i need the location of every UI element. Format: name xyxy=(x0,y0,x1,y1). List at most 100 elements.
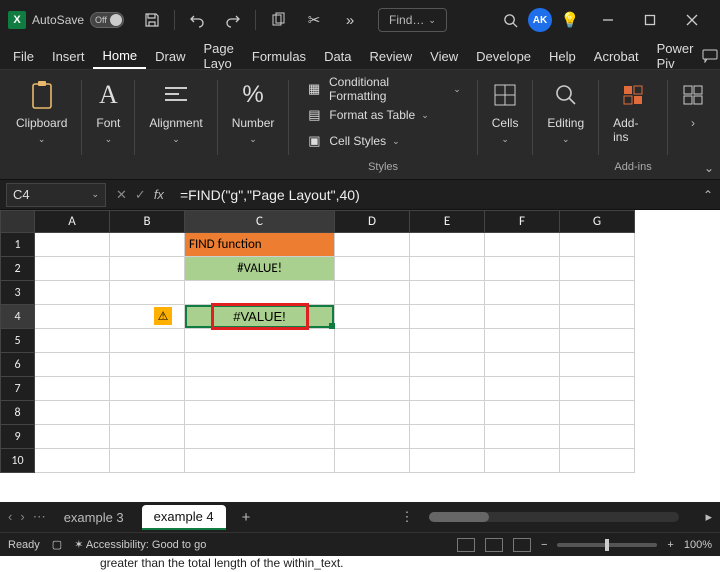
group-font: A Font⌄ xyxy=(86,74,130,179)
select-all-corner[interactable] xyxy=(1,211,35,233)
formula-input[interactable]: =FIND("g","Page Layout",40) xyxy=(174,187,696,203)
row-header-7[interactable]: 7 xyxy=(1,377,35,401)
qat-overflow-icon[interactable]: » xyxy=(334,4,366,36)
ribbon-overflow-button[interactable]: › xyxy=(680,74,706,134)
col-header-F[interactable]: F xyxy=(485,211,560,233)
row-header-3[interactable]: 3 xyxy=(1,281,35,305)
zoom-in-button[interactable]: + xyxy=(667,539,673,551)
group-editing: Editing⌄ xyxy=(537,74,594,179)
error-warning-icon[interactable] xyxy=(154,307,172,325)
row-header-4[interactable]: 4 xyxy=(1,305,35,329)
scroll-right-arrow[interactable]: ▸ xyxy=(705,509,712,525)
sheet-nav-prev[interactable]: ‹ xyxy=(8,509,12,525)
lightbulb-icon[interactable]: 💡 xyxy=(554,4,586,36)
search-box[interactable]: Find… ⌄ xyxy=(378,8,447,32)
window-maximize[interactable] xyxy=(630,0,670,40)
redo-icon[interactable] xyxy=(217,4,249,36)
col-header-A[interactable]: A xyxy=(35,211,110,233)
sheet-tab-example3[interactable]: example 3 xyxy=(52,506,136,529)
zoom-out-button[interactable]: − xyxy=(541,539,547,551)
tab-developer[interactable]: Develope xyxy=(467,43,540,69)
autosave-toggle[interactable]: AutoSave Off xyxy=(32,12,124,28)
table-icon: ▤ xyxy=(305,107,323,123)
format-as-table-button[interactable]: ▤Format as Table⌄ xyxy=(301,104,464,126)
tab-view[interactable]: View xyxy=(421,43,467,69)
font-button[interactable]: A Font⌄ xyxy=(94,74,122,149)
zoom-slider[interactable] xyxy=(557,543,657,547)
tab-data[interactable]: Data xyxy=(315,43,360,69)
user-avatar[interactable]: AK xyxy=(528,8,552,32)
undo-icon[interactable] xyxy=(181,4,213,36)
copy-icon[interactable] xyxy=(262,4,294,36)
col-header-C[interactable]: C xyxy=(185,211,335,233)
page-break-view-button[interactable] xyxy=(513,538,531,552)
tab-powerpivot[interactable]: Power Piv xyxy=(648,43,703,69)
accept-formula-icon[interactable]: ✓ xyxy=(135,187,146,203)
macro-record-icon[interactable]: ▢ xyxy=(52,538,62,551)
horizontal-scrollbar[interactable] xyxy=(429,512,679,522)
cell-C4[interactable]: #VALUE! xyxy=(185,305,335,329)
tab-review[interactable]: Review xyxy=(361,43,422,69)
tab-insert[interactable]: Insert xyxy=(43,43,94,69)
col-header-E[interactable]: E xyxy=(410,211,485,233)
row-header-8[interactable]: 8 xyxy=(1,401,35,425)
cancel-formula-icon[interactable]: ✕ xyxy=(116,187,127,203)
clipboard-button[interactable]: Clipboard⌄ xyxy=(14,74,69,149)
col-header-D[interactable]: D xyxy=(335,211,410,233)
row-header-1[interactable]: 1 xyxy=(1,233,35,257)
formula-expand-button[interactable]: ⌃ xyxy=(696,188,720,202)
cut-icon[interactable]: ✂ xyxy=(298,4,330,36)
conditional-formatting-button[interactable]: ▦Conditional Formatting⌄ xyxy=(301,78,464,100)
ribbon-collapse-button[interactable]: ⌄ xyxy=(704,161,714,175)
grid[interactable]: A B C D E F G 1FIND function 2#VALUE! 3 … xyxy=(0,210,635,473)
worksheet[interactable]: A B C D E F G 1FIND function 2#VALUE! 3 … xyxy=(0,210,720,502)
alignment-button[interactable]: Alignment⌄ xyxy=(147,74,204,149)
row-header-2[interactable]: 2 xyxy=(1,257,35,281)
tab-file[interactable]: File xyxy=(4,43,43,69)
page-layout-view-button[interactable] xyxy=(485,538,503,552)
zoom-percent[interactable]: 100% xyxy=(684,539,712,551)
name-box[interactable]: C4 ⌄ xyxy=(6,183,106,207)
row-header-6[interactable]: 6 xyxy=(1,353,35,377)
fx-icon[interactable]: fx xyxy=(154,187,164,202)
toggle-track[interactable]: Off xyxy=(90,12,124,28)
editing-button[interactable]: Editing⌄ xyxy=(545,74,586,149)
add-sheet-button[interactable]: + xyxy=(232,509,261,526)
tab-page-layout[interactable]: Page Layo xyxy=(195,43,243,69)
col-header-G[interactable]: G xyxy=(560,211,635,233)
search-text: Find… xyxy=(389,13,424,27)
accessibility-status[interactable]: ✶ Accessibility: Good to go xyxy=(74,538,206,551)
addins-group-label: Add-ins xyxy=(614,157,651,179)
sheet-tabs-overflow[interactable]: ⋮ xyxy=(400,509,413,525)
tab-formulas[interactable]: Formulas xyxy=(243,43,315,69)
tab-draw[interactable]: Draw xyxy=(146,43,194,69)
window-close[interactable] xyxy=(672,0,712,40)
row-header-5[interactable]: 5 xyxy=(1,329,35,353)
cells-button[interactable]: Cells⌄ xyxy=(490,74,521,149)
quick-access-toolbar: ✂ » xyxy=(136,4,366,36)
col-header-B[interactable]: B xyxy=(110,211,185,233)
chevron-down-icon: ⌄ xyxy=(91,189,99,200)
cell-C2[interactable]: #VALUE! xyxy=(185,257,335,281)
cond-fmt-icon: ▦ xyxy=(305,81,323,97)
tab-acrobat[interactable]: Acrobat xyxy=(585,43,648,69)
sheet-nav-menu[interactable]: ⋯ xyxy=(33,509,46,525)
percent-icon: % xyxy=(242,78,263,112)
group-alignment: Alignment⌄ xyxy=(139,74,212,179)
sheet-nav-next[interactable]: › xyxy=(20,509,24,525)
row-header-10[interactable]: 10 xyxy=(1,449,35,473)
normal-view-button[interactable] xyxy=(457,538,475,552)
addins-button[interactable]: Add-ins xyxy=(611,74,655,148)
tab-help[interactable]: Help xyxy=(540,43,585,69)
comments-button[interactable] xyxy=(702,43,718,69)
search-icon[interactable] xyxy=(494,4,526,36)
window-minimize[interactable] xyxy=(588,0,628,40)
tab-home[interactable]: Home xyxy=(93,43,146,69)
cell-styles-button[interactable]: ▣Cell Styles⌄ xyxy=(301,130,464,152)
number-button[interactable]: % Number⌄ xyxy=(230,74,277,149)
scroll-thumb[interactable] xyxy=(429,512,489,522)
save-icon[interactable] xyxy=(136,4,168,36)
cell-C1[interactable]: FIND function xyxy=(185,233,335,257)
sheet-tab-example4[interactable]: example 4 xyxy=(142,505,226,530)
row-header-9[interactable]: 9 xyxy=(1,425,35,449)
